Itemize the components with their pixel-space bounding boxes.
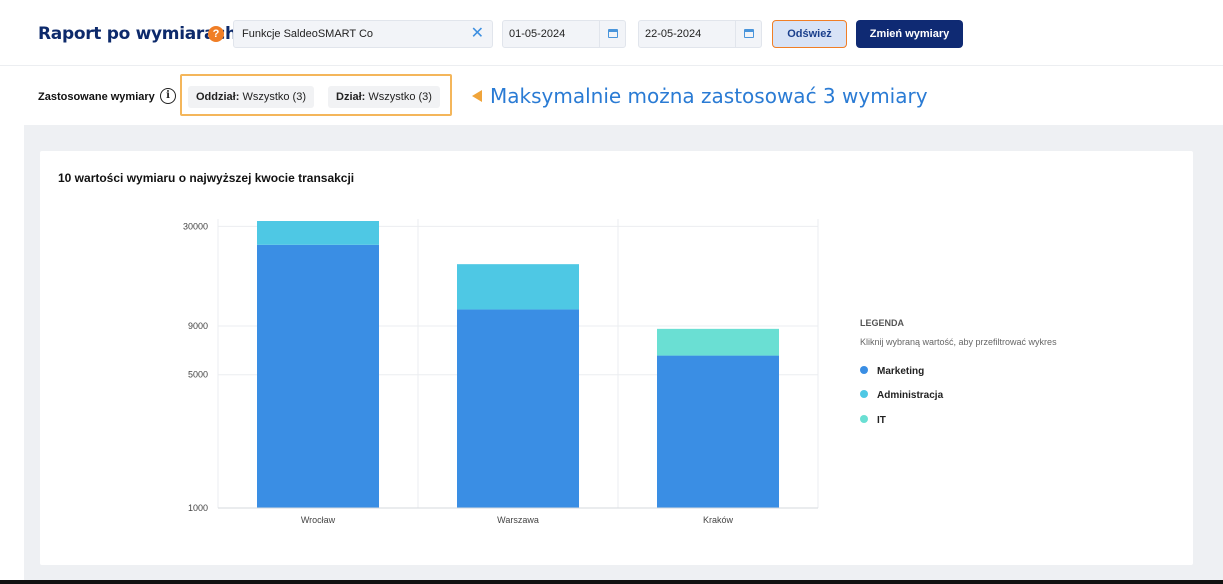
chip-key: Dział: <box>336 91 366 103</box>
content-area: 10 wartości wymiaru o najwyższej kwocie … <box>24 125 1223 584</box>
bottom-border <box>0 580 1223 584</box>
y-tick-label: 5000 <box>188 370 208 380</box>
applied-dimensions-box: Oddział: Wszystko (3) Dział: Wszystko (3… <box>180 74 452 116</box>
max-dimensions-annotation: Maksymalnie można zastosować 3 wymiary <box>490 84 928 108</box>
date-from-field[interactable]: 01-05-2024 <box>502 20 626 48</box>
company-value: Funkcje SaldeoSMART Co <box>242 28 374 40</box>
bar-segment-administracja <box>257 221 379 245</box>
calendar-icon <box>744 29 754 38</box>
dimension-chip-dzial[interactable]: Dział: Wszystko (3) <box>328 86 440 108</box>
applied-dimensions-label: Zastosowane wymiary <box>38 91 155 103</box>
y-tick-label: 1000 <box>188 503 208 513</box>
legend-title: LEGENDA <box>860 318 905 328</box>
bar-segment-it <box>657 328 779 356</box>
info-icon[interactable]: i <box>160 88 176 104</box>
chip-value: Wszystko (3) <box>239 91 307 103</box>
date-from-picker-button[interactable] <box>599 21 625 47</box>
chip-value: Wszystko (3) <box>365 91 432 103</box>
report-page: Raport po wymiarach ? Funkcje SaldeoSMAR… <box>0 0 1223 584</box>
question-icon[interactable]: ? <box>208 26 224 42</box>
legend-item-administracja[interactable]: Administracja <box>860 389 943 403</box>
change-dimensions-button[interactable]: Zmień wymiary <box>856 20 963 48</box>
bar-segment-marketing <box>257 244 379 508</box>
chip-key: Oddział: <box>196 91 240 103</box>
x-tick-label: Warszawa <box>497 515 539 525</box>
date-from-value: 01-05-2024 <box>509 28 566 40</box>
legend-item-marketing[interactable]: Marketing <box>860 365 924 379</box>
date-to-value: 22-05-2024 <box>645 28 702 40</box>
arrow-left-icon <box>472 90 482 102</box>
y-tick-label: 30000 <box>183 221 208 231</box>
clear-icon[interactable]: ✕ <box>471 25 484 43</box>
legend-item-it[interactable]: IT <box>860 414 886 428</box>
date-to-field[interactable]: 22-05-2024 <box>638 20 762 48</box>
bar-segment-marketing <box>657 355 779 508</box>
company-select[interactable]: Funkcje SaldeoSMART Co ✕ <box>233 20 493 48</box>
x-tick-label: Wrocław <box>301 515 336 525</box>
legend-label: Marketing <box>877 366 925 377</box>
x-tick-label: Kraków <box>703 515 734 525</box>
calendar-icon <box>608 29 618 38</box>
dimension-chip-oddzial[interactable]: Oddział: Wszystko (3) <box>188 86 315 108</box>
legend-label: Administracja <box>877 390 944 401</box>
bar-segment-marketing <box>457 309 579 508</box>
bar-segment-administracja <box>457 264 579 310</box>
legend-dot <box>860 366 868 374</box>
refresh-button[interactable]: Odśwież <box>772 20 847 48</box>
page-title: Raport po wymiarach <box>38 24 237 44</box>
y-tick-label: 9000 <box>188 321 208 331</box>
legend-dot <box>860 415 868 423</box>
date-to-picker-button[interactable] <box>735 21 761 47</box>
chart-card: 10 wartości wymiaru o najwyższej kwocie … <box>40 151 1193 565</box>
stacked-bar-chart: 1000 5000 9000 30000 Wrocław Warszawa Kraków <box>183 219 819 525</box>
legend-label: IT <box>877 415 886 426</box>
legend-hint: Kliknij wybraną wartość, aby przefiltrow… <box>860 337 1057 347</box>
top-bar: Raport po wymiarach ? Funkcje SaldeoSMAR… <box>0 0 1223 66</box>
legend-dot <box>860 390 868 398</box>
